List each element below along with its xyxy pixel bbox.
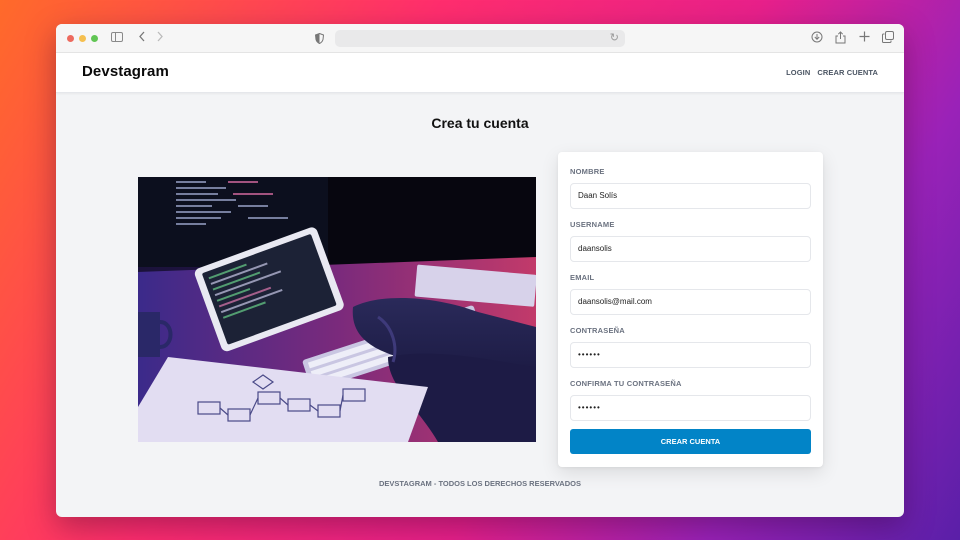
reload-icon[interactable]: ↻ xyxy=(610,31,619,44)
create-account-link[interactable]: CREAR CUENTA xyxy=(817,68,878,77)
site-navbar: Devstagram LOGIN CREAR CUENTA xyxy=(56,53,904,93)
footer-text: DEVSTAGRAM - TODOS LOS DERECHOS RESERVAD… xyxy=(379,479,581,488)
name-label: NOMBRE xyxy=(570,167,605,176)
email-field-group: EMAIL daansolis@mail.com xyxy=(570,273,811,315)
site-logo[interactable]: Devstagram xyxy=(82,63,169,80)
browser-toolbar: ↻ xyxy=(56,24,904,53)
privacy-shield-icon[interactable] xyxy=(314,31,325,45)
email-label: EMAIL xyxy=(570,273,595,282)
tab-overview-icon[interactable] xyxy=(882,31,894,46)
maximize-window-button[interactable] xyxy=(91,35,98,42)
address-bar[interactable]: ↻ xyxy=(335,30,625,47)
create-account-button[interactable]: CREAR CUENTA xyxy=(570,429,811,454)
nav-links: LOGIN CREAR CUENTA xyxy=(786,68,878,77)
username-label: USERNAME xyxy=(570,220,615,229)
login-link[interactable]: LOGIN xyxy=(786,68,810,77)
confirm-password-field-group: CONFIRMA TU CONTRASEÑA •••••• xyxy=(570,379,811,421)
close-window-button[interactable] xyxy=(67,35,74,42)
password-input[interactable]: •••••• xyxy=(570,342,811,368)
minimize-window-button[interactable] xyxy=(79,35,86,42)
password-field-group: CONTRASEÑA •••••• xyxy=(570,326,811,368)
name-field-group: NOMBRE Daan Solís xyxy=(570,167,811,209)
download-icon[interactable] xyxy=(811,31,823,46)
confirm-password-label: CONFIRMA TU CONTRASEÑA xyxy=(570,379,682,388)
back-icon[interactable] xyxy=(138,31,146,45)
username-input[interactable]: daansolis xyxy=(570,236,811,262)
hero-image xyxy=(138,177,536,442)
sidebar-icon[interactable] xyxy=(111,31,123,45)
name-input[interactable]: Daan Solís xyxy=(570,183,811,209)
email-input[interactable]: daansolis@mail.com xyxy=(570,289,811,315)
new-tab-icon[interactable] xyxy=(859,31,870,45)
password-label: CONTRASEÑA xyxy=(570,326,625,335)
share-icon[interactable] xyxy=(835,31,846,47)
register-form: NOMBRE Daan Solís USERNAME daansolis EMA… xyxy=(558,152,823,467)
confirm-password-input[interactable]: •••••• xyxy=(570,395,811,421)
forward-icon[interactable] xyxy=(156,31,164,45)
browser-window: ↻ Devstagram LOGIN CREAR CUENTA Crea tu … xyxy=(56,24,904,517)
username-field-group: USERNAME daansolis xyxy=(570,220,811,262)
page-title: Crea tu cuenta xyxy=(431,115,529,131)
